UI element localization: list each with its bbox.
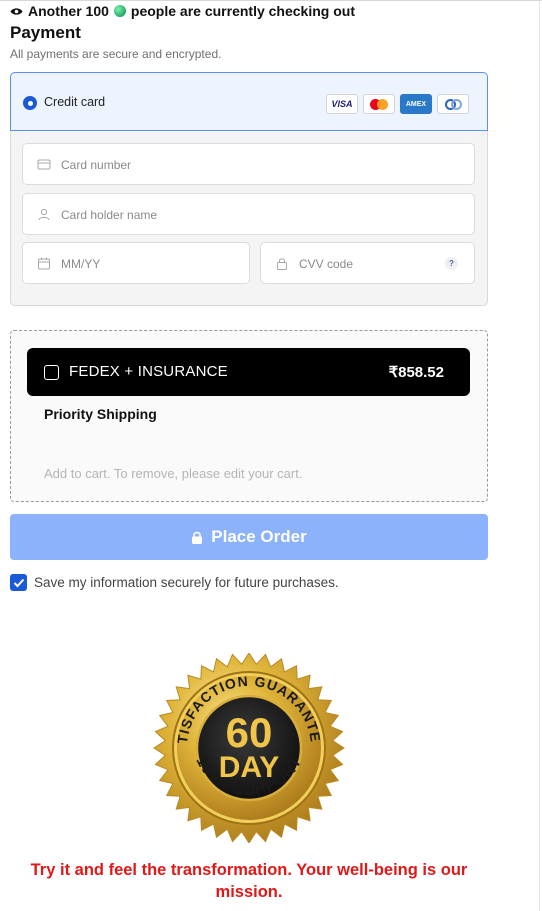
shipping-checkbox[interactable] (44, 365, 59, 380)
shipping-option-label: FEDEX + INSURANCE (69, 363, 228, 380)
cvv-placeholder: CVV code (299, 257, 354, 271)
place-order-label: Place Order (211, 527, 307, 546)
save-info-checkbox[interactable] (10, 574, 27, 591)
lock-icon (192, 531, 203, 544)
save-info-label: Save my information securely for future … (34, 575, 339, 590)
banner-suffix: people are currently checking out (130, 3, 355, 19)
expiry-field[interactable]: MM/YY (22, 242, 250, 284)
credit-card-option[interactable]: Credit card VISA AMEX (10, 72, 488, 131)
checkout-activity-banner: Another 100 people are currently checkin… (10, 3, 355, 19)
lock-icon (277, 258, 287, 270)
credit-card-label: Credit card (44, 95, 106, 109)
save-info-row[interactable]: Save my information securely for future … (10, 574, 339, 591)
payment-panel: Credit card VISA AMEX Card number Card h… (10, 72, 488, 306)
card-holder-field[interactable]: Card holder name (22, 193, 475, 235)
shipping-note: Add to cart. To remove, please edit your… (44, 466, 303, 481)
card-logos: VISA AMEX (326, 94, 469, 114)
satisfaction-guarantee-badge: SATISFACTION GUARANTEED 100% SUPPORT 60 … (149, 653, 345, 843)
checkmark-icon (13, 578, 24, 587)
badge-word: DAY (219, 751, 280, 784)
credit-card-icon (37, 159, 51, 170)
shipping-option-box: FEDEX + INSURANCE ₹858.52 Priority Shipp… (10, 330, 488, 502)
amex-logo-icon: AMEX (400, 94, 432, 114)
shipping-option-bar[interactable]: FEDEX + INSURANCE ₹858.52 (27, 348, 470, 396)
right-divider (539, 0, 540, 911)
promo-message: Try it and feel the transformation. Your… (30, 861, 468, 901)
diners-logo-icon (437, 94, 469, 114)
shipping-option-price: ₹858.52 (388, 364, 444, 381)
card-number-placeholder: Card number (61, 158, 132, 172)
visa-logo-icon: VISA (326, 94, 358, 114)
shipping-tier: Priority Shipping (44, 406, 157, 422)
mastercard-logo-icon (363, 94, 395, 114)
payment-subtitle: All payments are secure and encrypted. (10, 47, 222, 61)
eye-icon (10, 7, 23, 15)
card-number-field[interactable]: Card number (22, 143, 475, 185)
badge-number: 60 (226, 709, 273, 756)
top-divider (0, 0, 542, 1)
expiry-placeholder: MM/YY (61, 257, 101, 271)
radio-selected-icon[interactable] (23, 96, 37, 110)
place-order-button[interactable]: Place Order (10, 514, 488, 560)
cvv-field[interactable]: CVV code ? (260, 242, 475, 284)
cvv-help-icon[interactable]: ? (445, 257, 458, 270)
calendar-icon (38, 257, 50, 270)
live-dot-icon (113, 5, 126, 17)
payment-title: Payment (10, 23, 81, 42)
card-holder-placeholder: Card holder name (61, 208, 158, 222)
user-icon (38, 208, 50, 221)
banner-prefix: Another 100 (28, 3, 109, 19)
